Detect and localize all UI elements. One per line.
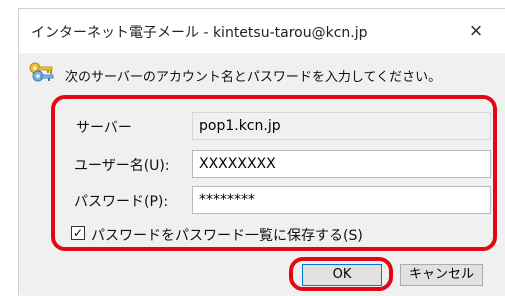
server-field: pop1.kcn.jp [192,112,491,140]
login-dialog: インターネット電子メール - kintetsu-tarou@kcn.jp × 次… [18,8,505,296]
save-password-checkbox[interactable]: ✓ [71,226,85,240]
cancel-button[interactable]: キャンセル [400,264,483,286]
dialog-content: 次のサーバーのアカウント名とパスワードを入力してください。 サーバー pop1.… [19,53,505,296]
save-password-label[interactable]: パスワードをパスワード一覧に保存する(S) [91,225,363,245]
password-label: パスワード(P): [74,194,169,210]
close-button[interactable]: × [461,15,491,45]
instruction-text: 次のサーバーのアカウント名とパスワードを入力してください。 [65,70,442,85]
password-input[interactable]: ******** [192,186,491,214]
username-label: ユーザー名(U): [74,158,170,174]
server-label: サーバー [76,120,132,136]
dialog-title: インターネット電子メール - kintetsu-tarou@kcn.jp [31,25,368,41]
username-input[interactable]: XXXXXXXX [192,150,491,178]
key-icon [29,62,54,82]
ok-button[interactable]: OK [302,264,382,286]
dialog-titlebar: インターネット電子メール - kintetsu-tarou@kcn.jp × [19,9,505,53]
